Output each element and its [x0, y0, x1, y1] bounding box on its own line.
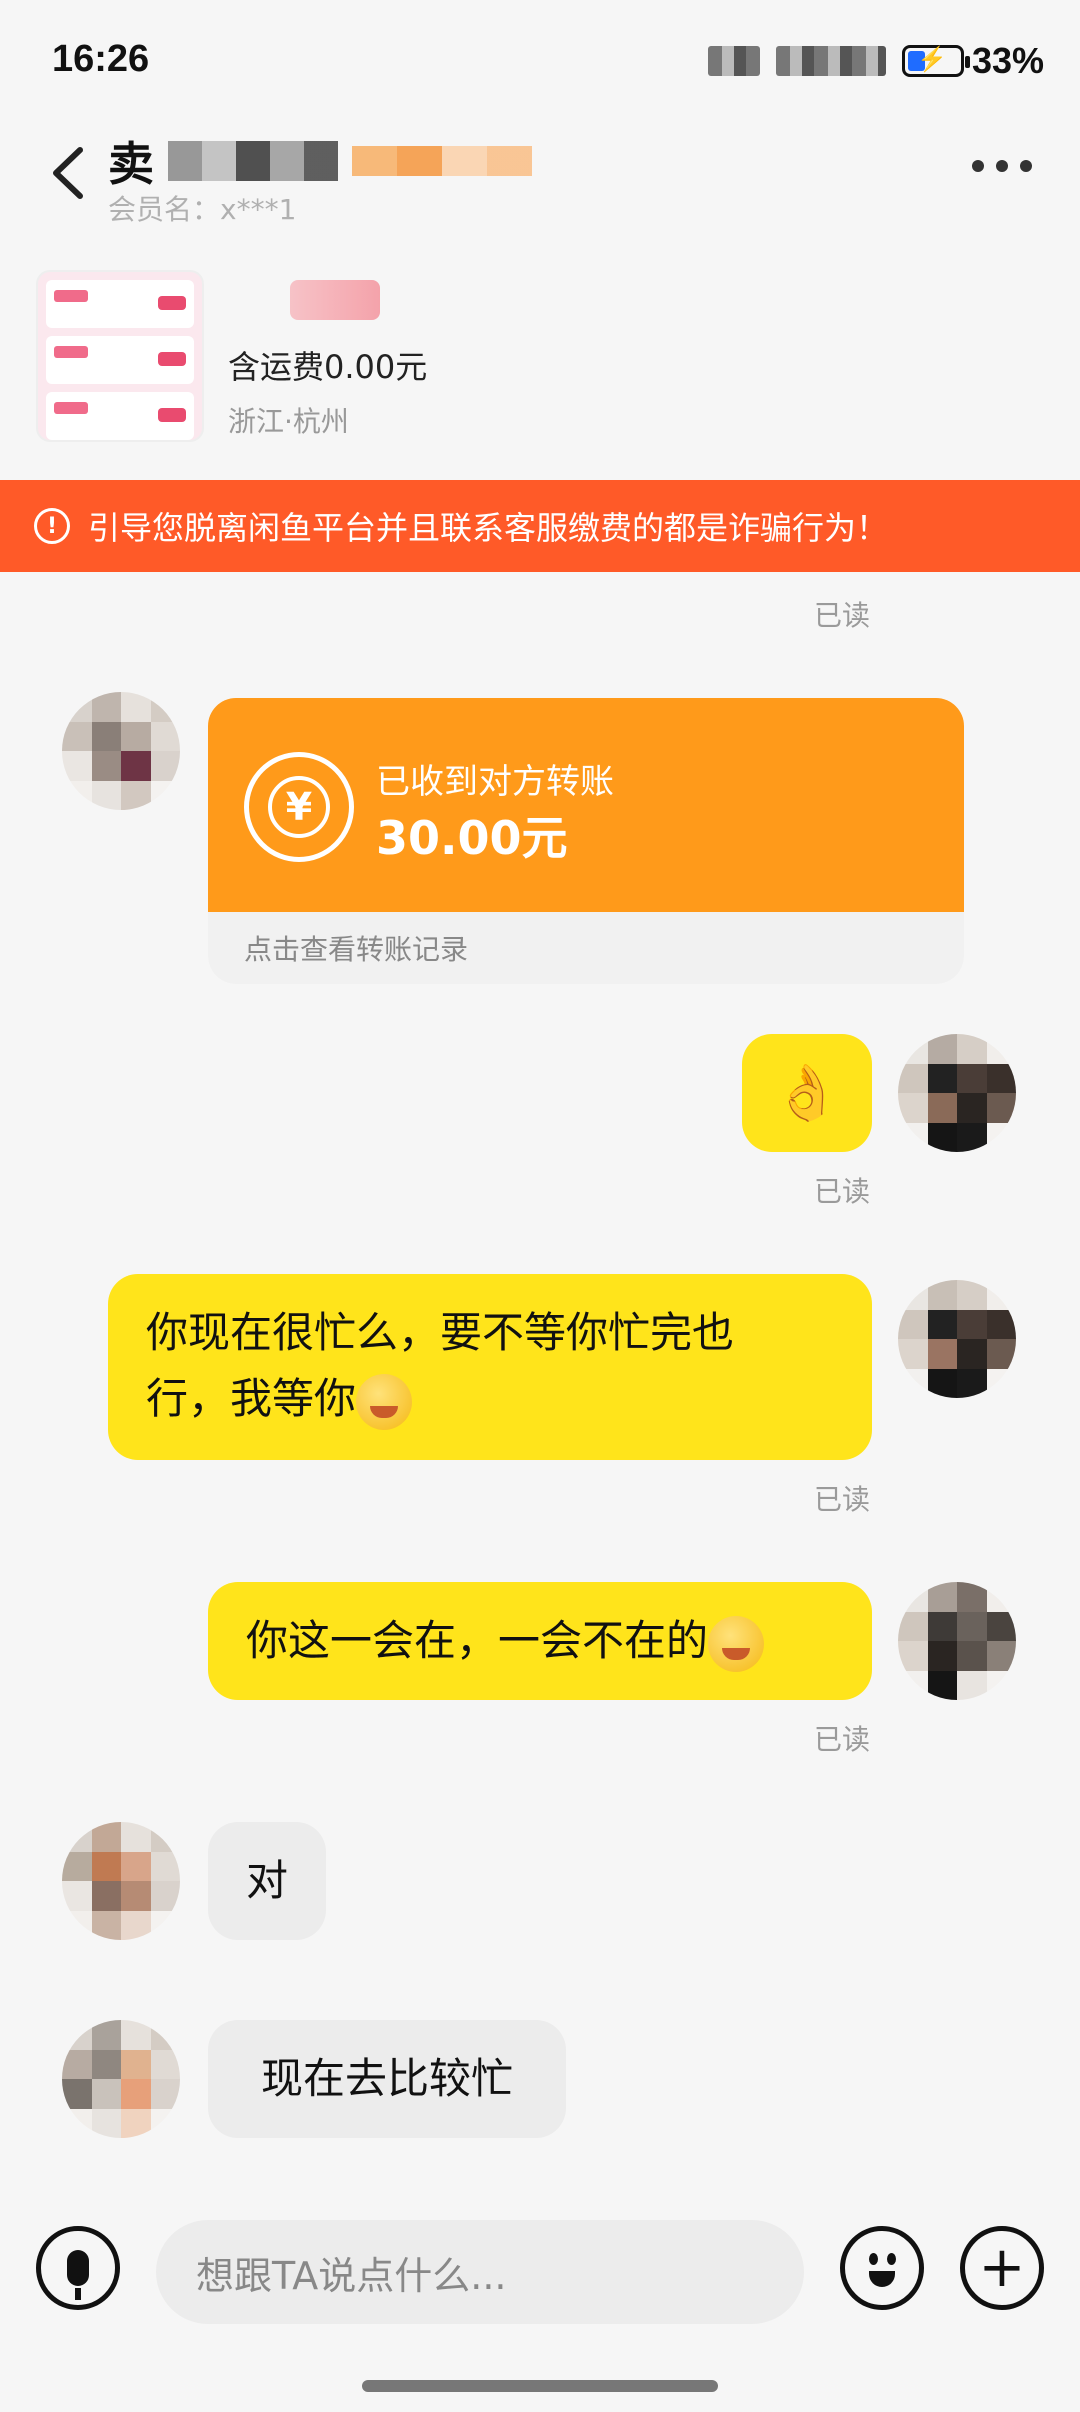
- read-status: 已读: [814, 1175, 871, 1208]
- plus-icon[interactable]: +: [960, 2226, 1044, 2310]
- read-status: 已读: [814, 1723, 871, 1756]
- name-redacted: [168, 141, 338, 181]
- transfer-amount: 30.00元: [376, 811, 568, 865]
- read-status: 已读: [814, 1483, 871, 1516]
- crying-laughing-emoji-icon: [356, 1373, 413, 1430]
- seller-name: 卖: [108, 137, 154, 191]
- wifi-icon: [707, 46, 760, 76]
- avatar-me[interactable]: [898, 1034, 1016, 1152]
- avatar-me[interactable]: [898, 1582, 1016, 1700]
- product-thumbnail[interactable]: [36, 270, 204, 442]
- avatar[interactable]: [62, 1822, 180, 1940]
- status-icons: ⚡ 33%: [707, 40, 1044, 82]
- battery: ⚡ 33%: [901, 40, 1044, 82]
- shipping-fee: 含运费0.00元: [228, 348, 428, 386]
- member-name: 会员名：x***1: [108, 193, 297, 226]
- signal-icon: [775, 46, 886, 76]
- more-icon[interactable]: [972, 160, 1032, 172]
- message-input[interactable]: 想跟TA说点什么...: [156, 2220, 804, 2324]
- chat-title: 卖: [108, 128, 532, 194]
- message-text: 你现在很忙么，要不等你忙完也: [146, 1308, 735, 1357]
- warning-text: 引导您脱离闲鱼平台并且联系客服缴费的都是诈骗行为！: [88, 509, 889, 547]
- product-location: 浙江·杭州: [228, 405, 349, 438]
- message-bubble-me[interactable]: 👌: [742, 1034, 872, 1152]
- fraud-warning-banner: ! 引导您脱离闲鱼平台并且联系客服缴费的都是诈骗行为！: [0, 480, 1080, 572]
- message-bubble-other[interactable]: 现在去比较忙: [208, 2020, 566, 2138]
- transfer-record-link[interactable]: 点击查看转账记录: [208, 912, 964, 984]
- read-status: 已读: [814, 599, 871, 632]
- message-input-placeholder: 想跟TA说点什么...: [196, 2253, 507, 2298]
- avatar[interactable]: [62, 2020, 180, 2138]
- emoji-icon[interactable]: [840, 2226, 924, 2310]
- yen-transfer-icon: ¥: [244, 752, 354, 862]
- badge-redacted: [352, 146, 532, 176]
- message-text: 你这一会在，一会不在的: [246, 1616, 709, 1665]
- message-text: 现在去比较忙: [260, 2054, 513, 2103]
- avatar-me[interactable]: [898, 1280, 1016, 1398]
- home-indicator[interactable]: [362, 2380, 718, 2392]
- grinning-emoji-icon: [708, 1615, 765, 1672]
- avatar[interactable]: [62, 692, 180, 810]
- message-text: 行，我等你: [146, 1374, 357, 1423]
- status-time: 16:26: [52, 38, 150, 80]
- message-bubble-other[interactable]: 对: [208, 1822, 326, 1940]
- ok-hand-icon: 👌: [773, 1061, 841, 1124]
- message-bubble-me[interactable]: 你这一会在，一会不在的: [208, 1582, 872, 1700]
- microphone-icon[interactable]: [36, 2226, 120, 2310]
- battery-percent: 33%: [971, 40, 1044, 81]
- transfer-title: 已收到对方转账: [376, 762, 614, 802]
- message-bubble-me[interactable]: 你现在很忙么，要不等你忙完也 行，我等你: [108, 1274, 872, 1460]
- message-text: 对: [245, 1856, 288, 1905]
- warning-circle-icon: !: [34, 508, 70, 544]
- battery-icon: ⚡: [901, 45, 970, 77]
- product-price: [290, 280, 380, 320]
- chevron-left-icon[interactable]: [50, 146, 84, 200]
- transfer-card[interactable]: ¥ 已收到对方转账 30.00元 点击查看转账记录: [208, 698, 964, 984]
